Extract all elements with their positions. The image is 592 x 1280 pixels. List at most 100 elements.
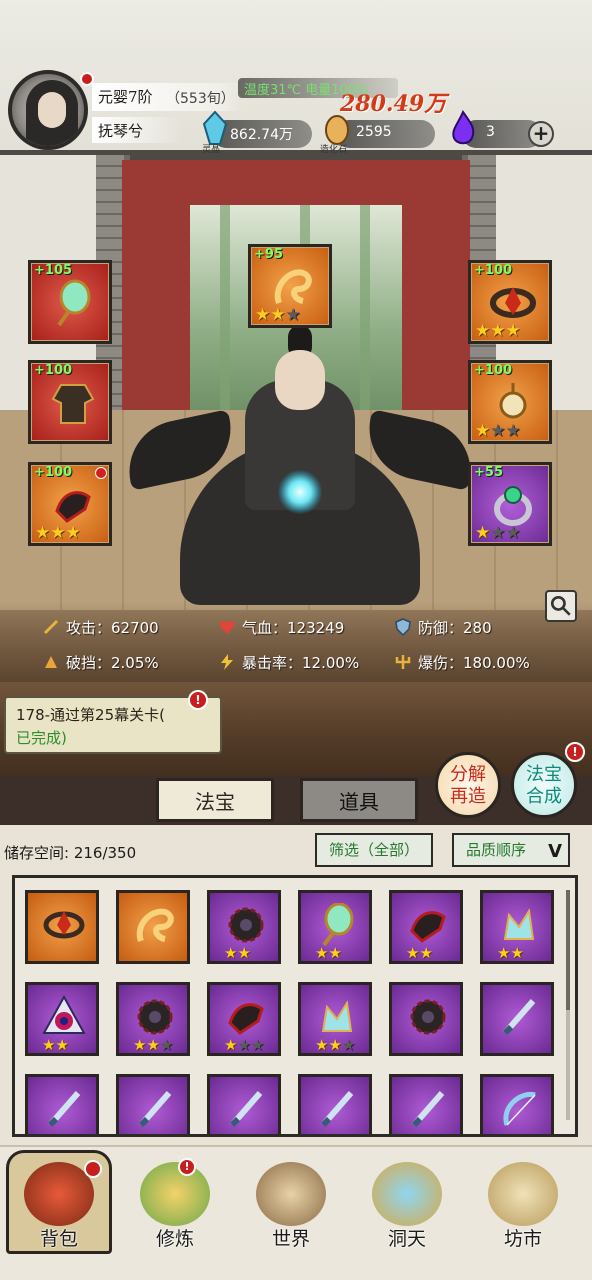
quest-alert-badge: ! [188, 690, 208, 710]
inventory-item[interactable] [298, 1074, 372, 1134]
inventory-item[interactable] [389, 1074, 463, 1134]
bracer-icon [43, 911, 85, 939]
star-icon: ★ [341, 1036, 356, 1054]
equip-slot-fan[interactable]: +105 [28, 260, 112, 344]
boots-icon [410, 911, 446, 943]
filter-dropdown[interactable]: 筛选（全部） [315, 833, 433, 867]
equip-slot-bracer[interactable]: +100 ★★★ [468, 260, 552, 344]
enhance-level: +100 [474, 363, 513, 378]
star-icon: ★ [490, 421, 506, 441]
inventory-item[interactable] [116, 1074, 190, 1134]
magnifier-button[interactable] [545, 590, 577, 622]
magnifier-icon [550, 595, 571, 616]
nav-label: 世界 [271, 1228, 310, 1250]
sort-dropdown[interactable]: 品质顺序 V [452, 833, 570, 867]
synthesis-alert-badge: ! [565, 742, 585, 762]
enhance-level: +100 [474, 263, 513, 278]
boots-icon [228, 1003, 264, 1035]
stat-defense: 防御：280 [394, 617, 492, 638]
meditating-character[interactable] [119, 320, 481, 610]
spirit-crystal-label: 灵晶 [202, 145, 221, 155]
saw-blade-icon [228, 907, 264, 943]
stat-crit-damage: 爆伤：180.00% [394, 652, 530, 673]
inventory-item[interactable]: ★★ [298, 890, 372, 964]
inventory-item[interactable] [389, 982, 463, 1056]
nav-item-scroll-map[interactable]: 世界 [236, 1150, 346, 1255]
inventory-item[interactable]: ★★★ [298, 982, 372, 1056]
decompose-remake-button[interactable]: 分解 再造 [435, 752, 501, 818]
star-icon: ★ [159, 1036, 174, 1054]
synthesis-label-1: 法宝 [526, 764, 562, 785]
nav-label: 修炼 [155, 1228, 194, 1250]
inventory-item[interactable] [25, 890, 99, 964]
inventory-item[interactable] [480, 1074, 554, 1134]
star-rating: ★★ [406, 943, 433, 962]
star-icon: ★ [55, 1036, 69, 1054]
equip-slot-ring[interactable]: +55 ★★★ [468, 462, 552, 546]
sword-icon [47, 1091, 81, 1128]
star-icon: ★ [505, 321, 521, 341]
stat-block-break-text: 破挡：2.05% [66, 654, 159, 672]
equip-slot-boots[interactable]: +100 ★★★ [28, 462, 112, 546]
star-icon: ★ [270, 305, 286, 325]
star-icon: ★ [133, 1036, 147, 1054]
creation-stone-label: 造化石 [320, 145, 348, 155]
star-icon: ★ [328, 1036, 342, 1054]
star-icon: ★ [237, 1036, 251, 1054]
trident-icon [395, 655, 411, 669]
star-icon: ★ [255, 305, 271, 325]
inventory-item[interactable]: ★★ [207, 890, 281, 964]
stat-crit-rate-text: 暴击率：12.00% [242, 654, 360, 672]
treasure-synthesis-button[interactable]: 法宝 合成 [511, 752, 577, 818]
star-icon: ★ [250, 1036, 265, 1054]
quest-title: 178-通过第25幕关卡( [16, 706, 165, 724]
equip-slot-pendant[interactable]: +100 ★★★ [468, 360, 552, 444]
fan-icon [57, 279, 91, 327]
inventory-item[interactable]: ★★ [480, 890, 554, 964]
inventory-item[interactable]: ★★★ [207, 982, 281, 1056]
star-icon: ★ [315, 1036, 329, 1054]
purple-flame-value: 3 [486, 124, 495, 140]
star-rating: ★★★ [315, 1035, 356, 1054]
combat-power: 280.49万 [340, 91, 447, 117]
saw-blade-icon [137, 999, 173, 1035]
inventory-scroll-thumb[interactable] [566, 890, 570, 1010]
stat-crit-rate: 暴击率：12.00% [218, 652, 359, 673]
tab-items[interactable]: 道具 [300, 778, 418, 822]
spirit-crystal-value: 862.74万 [230, 127, 293, 143]
equip-slot-dragon[interactable]: +95 ★★★ [248, 244, 332, 328]
nav-label: 坊市 [503, 1228, 542, 1250]
inventory-item[interactable] [25, 1074, 99, 1134]
equip-slot-robe[interactable]: +100 [28, 360, 112, 444]
sword-icon [43, 619, 59, 635]
nav-label: 洞天 [387, 1228, 426, 1250]
star-rating: ★★★ [475, 321, 521, 341]
nav-item-portal[interactable]: 洞天 [352, 1150, 462, 1255]
dragon-icon [136, 908, 174, 943]
inventory-item[interactable] [116, 890, 190, 964]
inventory-item[interactable] [480, 982, 554, 1056]
tab-magic-treasure[interactable]: 法宝 [156, 778, 274, 822]
market-icon [488, 1162, 558, 1226]
nav-item-lotus[interactable]: 修炼 [120, 1150, 230, 1255]
heart-icon [219, 621, 235, 634]
star-icon: ★ [510, 944, 524, 962]
star-icon: ★ [475, 321, 491, 341]
sword-icon [502, 999, 536, 1036]
decompose-label-1: 分解 [450, 764, 486, 785]
head [275, 350, 325, 410]
inventory-item[interactable]: ★★★ [116, 982, 190, 1056]
star-rating: ★★ [497, 943, 524, 962]
avatar-face [38, 92, 66, 128]
inventory-item[interactable]: ★★ [25, 982, 99, 1056]
star-icon: ★ [65, 523, 81, 543]
nav-item-market[interactable]: 坊市 [468, 1150, 578, 1255]
nav-label: 背包 [39, 1228, 78, 1250]
player-avatar[interactable] [8, 70, 88, 150]
stat-defense-text: 防御：280 [418, 619, 492, 637]
inventory-item[interactable]: ★★ [389, 890, 463, 964]
spirit-orb [278, 470, 322, 514]
star-rating: ★★★ [255, 305, 301, 325]
inventory-item[interactable] [207, 1074, 281, 1134]
add-resource-button[interactable]: + [528, 121, 554, 147]
